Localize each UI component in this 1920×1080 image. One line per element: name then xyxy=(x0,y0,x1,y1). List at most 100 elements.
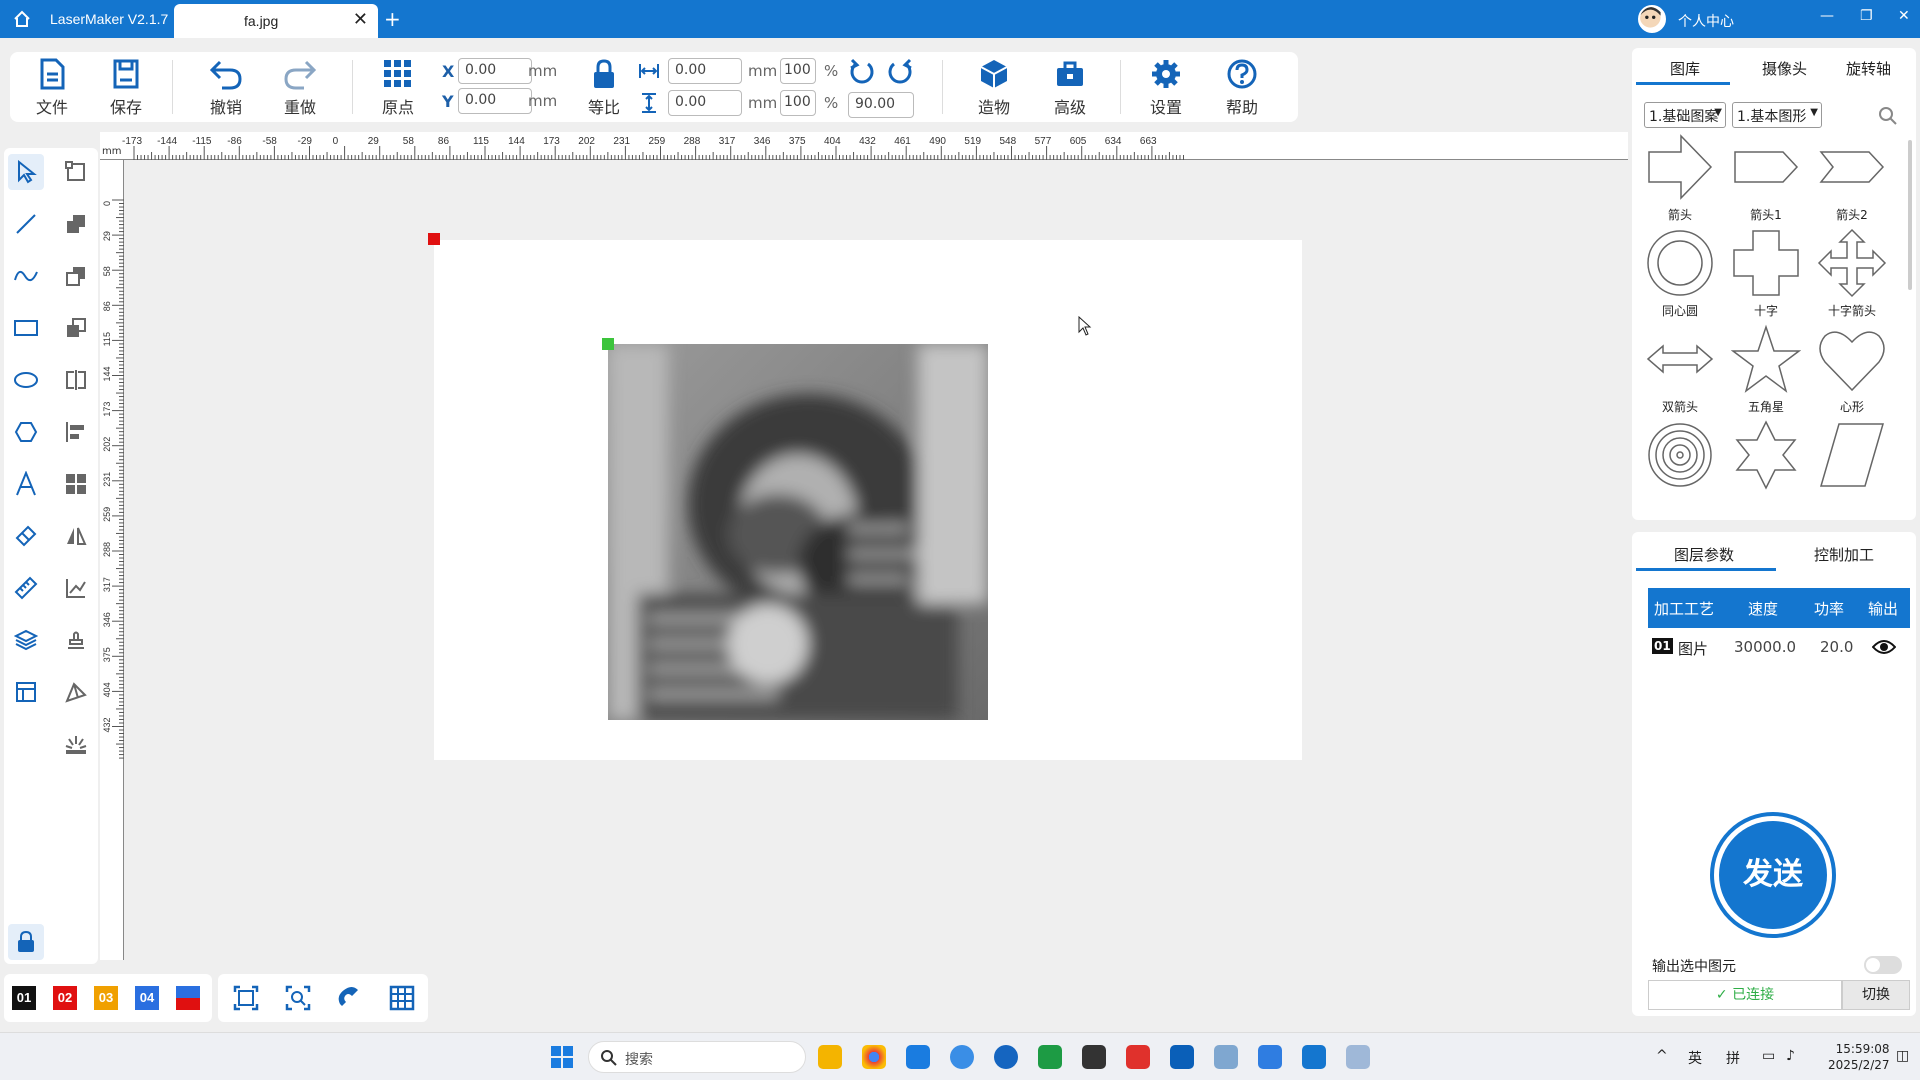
ellipse-tool[interactable] xyxy=(8,362,44,398)
app-icon-2[interactable] xyxy=(1082,1045,1106,1069)
node-edit-tool[interactable] xyxy=(58,154,94,190)
video-app-icon[interactable] xyxy=(1258,1045,1282,1069)
shape-cross[interactable]: 十字 xyxy=(1726,228,1806,318)
shape-concentric[interactable]: 同心圆 xyxy=(1640,228,1720,318)
stamp-tool[interactable] xyxy=(58,622,94,658)
eraser-tool[interactable] xyxy=(8,518,44,554)
undo-button[interactable]: 撤销 xyxy=(198,58,254,120)
home-icon[interactable] xyxy=(12,9,32,29)
y-input[interactable]: 0.00 xyxy=(458,88,532,114)
advanced-button[interactable]: 高级 xyxy=(1042,58,1098,120)
shape-star[interactable]: 五角星 xyxy=(1726,324,1806,414)
category-select[interactable]: 1.基础图案 ▼ xyxy=(1644,102,1726,128)
switch-button[interactable]: 切换 xyxy=(1842,980,1910,1010)
shape-parallelogram[interactable] xyxy=(1812,420,1892,500)
new-tab-button[interactable]: + xyxy=(384,7,401,31)
align-tool[interactable] xyxy=(58,414,94,450)
close-window-icon[interactable]: ✕ xyxy=(1898,8,1910,24)
width-input[interactable]: 0.00 xyxy=(668,58,742,84)
ime-english[interactable]: 英 xyxy=(1688,1048,1702,1068)
layout-tool[interactable] xyxy=(8,674,44,710)
ime-pinyin[interactable]: 拼 xyxy=(1726,1048,1740,1068)
rotate-ccw-icon[interactable] xyxy=(848,58,876,86)
magnet-icon[interactable] xyxy=(336,984,364,1012)
file-button[interactable]: 文件 xyxy=(24,58,80,120)
tray-expand-icon[interactable]: ^ xyxy=(1656,1048,1668,1064)
layer-color-01[interactable]: 01 xyxy=(12,986,36,1010)
shape-spiral[interactable] xyxy=(1640,420,1720,500)
tab-control-process[interactable]: 控制加工 xyxy=(1814,544,1874,565)
text-tool[interactable] xyxy=(8,466,44,502)
lasermaker-taskbar-icon[interactable] xyxy=(1302,1045,1326,1069)
tab-camera[interactable]: 摄像头 xyxy=(1762,58,1807,79)
image-object[interactable] xyxy=(608,344,988,720)
volume-icon[interactable]: ♪ xyxy=(1786,1048,1795,1064)
send-button[interactable]: 发送 xyxy=(1710,812,1836,938)
tab-rotary[interactable]: 旋转轴 xyxy=(1846,58,1891,79)
array-tool[interactable] xyxy=(58,466,94,502)
rectangle-tool[interactable] xyxy=(8,310,44,346)
output-selected-toggle[interactable] xyxy=(1864,956,1902,974)
library-scrollbar[interactable] xyxy=(1908,140,1912,290)
more-colors-button[interactable] xyxy=(176,986,200,1010)
intersect-tool[interactable] xyxy=(58,310,94,346)
subtract-tool[interactable] xyxy=(58,258,94,294)
minimize-icon[interactable]: — xyxy=(1820,8,1834,24)
close-tab-icon[interactable]: ✕ xyxy=(353,9,368,30)
settings-button[interactable]: 设置 xyxy=(1138,58,1194,120)
user-center-link[interactable]: 个人中心 xyxy=(1678,11,1734,31)
layers-tool[interactable] xyxy=(8,622,44,658)
app-icon-3[interactable] xyxy=(1170,1045,1194,1069)
polygon-tool[interactable] xyxy=(8,414,44,450)
lock-canvas-button[interactable] xyxy=(8,924,44,960)
file-explorer-icon[interactable] xyxy=(818,1045,842,1069)
flip-tool[interactable] xyxy=(58,518,94,554)
line-tool[interactable] xyxy=(8,206,44,242)
height-input[interactable]: 0.00 xyxy=(668,90,742,116)
layer-speed[interactable]: 30000.0 xyxy=(1734,638,1796,656)
shape-hexagram[interactable] xyxy=(1726,420,1806,500)
maximize-icon[interactable]: ❐ xyxy=(1860,8,1873,24)
tab-layer-params[interactable]: 图层参数 xyxy=(1674,544,1734,565)
windows-start-icon[interactable] xyxy=(550,1045,574,1069)
app-icon-1[interactable] xyxy=(906,1045,930,1069)
x-input[interactable]: 0.00 xyxy=(458,58,532,84)
layer-color-03[interactable]: 03 xyxy=(94,986,118,1010)
shape-arrow1[interactable]: 箭头1 xyxy=(1726,132,1806,222)
eye-icon[interactable] xyxy=(1872,638,1896,656)
curve-tool[interactable] xyxy=(8,258,44,294)
wps-icon[interactable] xyxy=(1126,1045,1150,1069)
height-percent-input[interactable]: 100 xyxy=(780,90,816,116)
subcategory-select[interactable]: 1.基本图形 ▼ xyxy=(1732,102,1822,128)
table-row[interactable]: 01 图片 30000.0 20.0 xyxy=(1648,628,1910,668)
rotate-cw-icon[interactable] xyxy=(886,58,914,86)
tab-file[interactable]: fa.jpg ✕ xyxy=(174,4,378,38)
layer-color-04[interactable]: 04 xyxy=(135,986,159,1010)
trace-tool[interactable] xyxy=(58,570,94,606)
zoom-selection-icon[interactable] xyxy=(284,984,312,1012)
layer-color-02[interactable]: 02 xyxy=(53,986,77,1010)
laser-tool[interactable] xyxy=(58,726,94,762)
shape-heart[interactable]: 心形 xyxy=(1812,324,1892,414)
layer-power[interactable]: 20.0 xyxy=(1820,638,1853,656)
desktop-app-icon[interactable] xyxy=(1346,1045,1370,1069)
lock-ratio-button[interactable]: 等比 xyxy=(576,58,632,120)
shape-double-arrow[interactable]: 双箭头 xyxy=(1640,324,1720,414)
search-icon[interactable] xyxy=(1878,106,1898,126)
shape-cross-arrow[interactable]: 十字箭头 xyxy=(1812,228,1892,318)
rotation-input[interactable]: 90.00 xyxy=(848,92,914,118)
taskbar-search[interactable]: 搜索 xyxy=(588,1041,806,1073)
excel-app-icon[interactable] xyxy=(1038,1045,1062,1069)
monitor-app-icon[interactable] xyxy=(1214,1045,1238,1069)
fit-frame-icon[interactable] xyxy=(232,984,260,1012)
create-button[interactable]: 造物 xyxy=(966,58,1022,120)
clock[interactable]: 15:59:08 2025/2/27 xyxy=(1828,1041,1890,1073)
k-app-icon[interactable] xyxy=(994,1045,1018,1069)
notification-icon[interactable]: ◫ xyxy=(1896,1048,1909,1064)
shape-arrow2[interactable]: 箭头2 xyxy=(1812,132,1892,222)
grid-icon[interactable] xyxy=(388,984,416,1012)
width-percent-input[interactable]: 100 xyxy=(780,58,816,84)
shape-arrow[interactable]: 箭头 xyxy=(1640,132,1720,222)
pen-angle-tool[interactable] xyxy=(58,674,94,710)
tab-library[interactable]: 图库 xyxy=(1670,58,1700,79)
